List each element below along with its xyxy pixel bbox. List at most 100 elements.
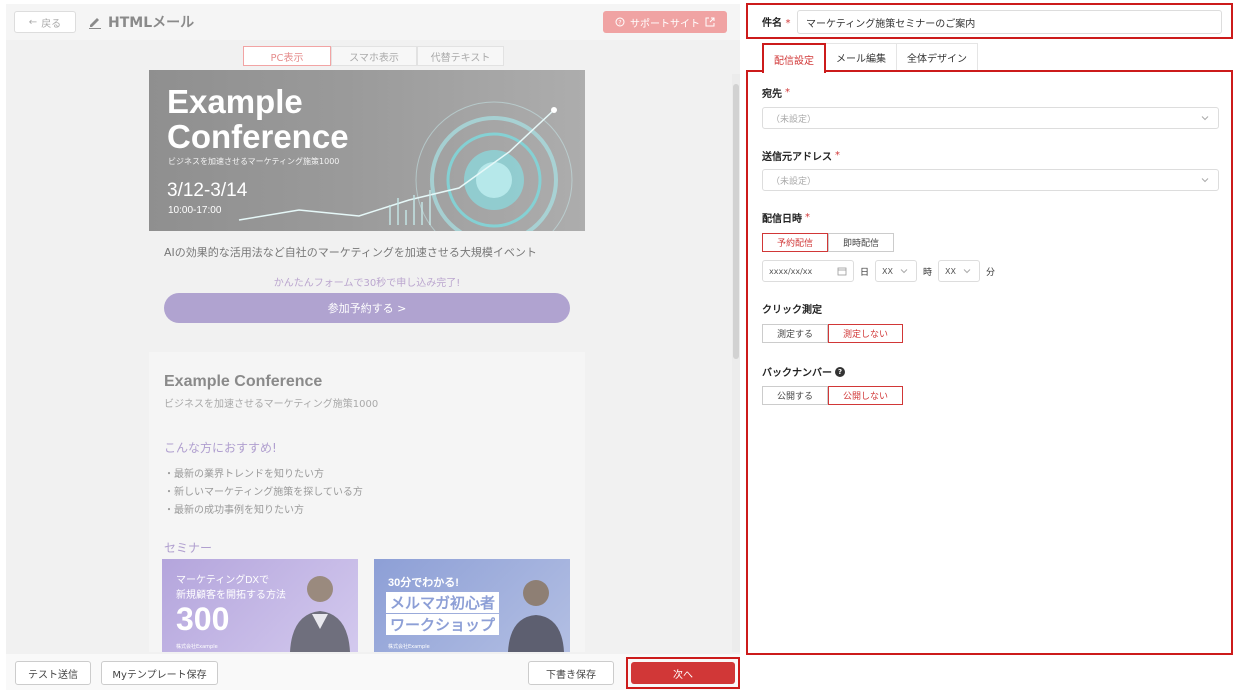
chevron-down-icon [963,269,971,274]
editor-preview-pane: ← 戻る HTMLメール ? サポートサイト PC表示 スマホ表示 代替テキスト [6,4,740,690]
help-circle-icon: ? [615,17,625,27]
publish-option[interactable]: 公開する [762,386,829,405]
tab-alt-text[interactable]: 代替テキスト [417,46,504,66]
editor-header: ← 戻る HTMLメール ? サポートサイト [6,4,740,40]
schedule-label: 配信日時 * [762,210,810,225]
view-mode-tabs: PC表示 スマホ表示 代替テキスト [243,46,504,66]
recommend-item: ・最新の業界トレンドを知りたい方 [164,469,324,480]
datetime-row: xxxx/xx/xx 日 XX 時 XX 分 [762,260,995,282]
hero-date: 3/12-3/14 [167,180,248,201]
tab-pc-view[interactable]: PC表示 [243,46,331,66]
hero-subtitle: ビジネスを加速させるマーケティング施策1000 [168,157,340,166]
schedule-label-text: 配信日時 [762,214,802,225]
save-template-button[interactable]: Myテンプレート保存 [101,661,218,685]
editor-footer: テスト送信 Myテンプレート保存 下書き保存 次へ [6,654,740,690]
unpublish-option[interactable]: 公開しない [828,386,904,405]
backnumber-toggle: 公開する 公開しない [762,386,904,405]
scheduled-delivery-option[interactable]: 予約配信 [762,233,829,252]
chevron-down-icon [900,269,908,274]
event-detail-card: Example Conference ビジネスを加速させるマーケティング施策10… [149,352,585,652]
recommend-item: ・最新の成功事例を知りたい方 [164,505,304,516]
seminar-heading: セミナー [164,541,213,555]
register-cta-button[interactable]: 参加予約する > [164,293,570,323]
recipient-value: （未設定） [771,114,817,125]
save-draft-button[interactable]: 下書き保存 [528,661,614,685]
seminar1-number: 300 [176,601,230,637]
minute-value: XX [945,266,956,276]
no-tracking-option[interactable]: 測定しない [828,324,904,343]
immediate-delivery-option[interactable]: 即時配信 [828,233,895,252]
subject-row: 件名 * [746,3,1233,39]
form-note: かんたんフォームで30秒で申し込み完了! [273,278,461,289]
seminar-card-2[interactable]: 30分でわかる! メルマガ初心者 ワークショップ 株式会社Example [374,559,570,652]
sender-label: 送信元アドレス * [762,148,840,163]
click-tracking-toggle: 測定する 測定しない [762,324,904,343]
help-icon[interactable]: ? [835,366,845,377]
seminar1-company: 株式会社Example [176,644,218,650]
seminar2-line1: 30分でわかる! [388,577,459,589]
required-mark: * [835,150,840,161]
tab-overall-design[interactable]: 全体デザイン [897,43,978,71]
tab-smartphone-view[interactable]: スマホ表示 [331,46,417,66]
delivery-settings-panel: 宛先 * （未設定） 送信元アドレス * （未設定） 配信日時 * 予約配信 即… [746,70,1233,655]
seminar2-line3: ワークショップ [386,614,500,635]
subject-label-text: 件名 [762,18,782,29]
pencil-icon [89,18,101,29]
schedule-toggle: 予約配信 即時配信 [762,233,895,252]
minute-unit: 分 [986,267,996,278]
sender-label-text: 送信元アドレス [762,152,832,163]
required-mark: * [785,18,791,29]
seminar2-line2: メルマガ初心者 [386,592,500,613]
hero-banner: Example Conference ビジネスを加速させるマーケティング施策10… [149,70,585,231]
date-field[interactable]: xxxx/xx/xx [762,260,854,282]
sender-value: （未設定） [771,176,817,187]
preview-scrollbar-thumb[interactable] [733,84,739,359]
svg-text:?: ? [618,20,621,27]
card-subtitle: ビジネスを加速させるマーケティング施策1000 [164,399,379,410]
hero-title-line2: Conference [167,118,349,155]
seminar1-line2: 新規顧客を開拓する方法 [176,590,286,601]
email-preview: Example Conference ビジネスを加速させるマーケティング施策10… [149,70,585,652]
track-clicks-option[interactable]: 測定する [762,324,829,343]
recommend-heading: こんな方におすすめ! [164,441,277,455]
next-button[interactable]: 次へ [631,662,735,684]
click-tracking-label: クリック測定 [762,305,822,316]
support-label: サポートサイト [630,18,700,30]
support-site-button[interactable]: ? サポートサイト [603,11,727,33]
hour-select[interactable]: XX [875,260,918,282]
required-mark: * [785,87,790,98]
required-mark: * [805,212,810,223]
back-label: 戻る [41,18,62,30]
tab-mail-edit[interactable]: メール編集 [826,43,897,71]
backnumber-label-text: バックナンバー [762,368,832,379]
minute-select[interactable]: XX [938,260,981,282]
external-link-icon [705,17,715,27]
subject-label: 件名 * [762,14,790,29]
tab-delivery-settings[interactable]: 配信設定 [762,43,826,73]
speaker-photo [508,580,564,652]
backnumber-label: バックナンバー ? [762,364,845,379]
hero-time: 10:00-17:00 [168,205,222,216]
hero-title-line1: Example [167,83,303,120]
page-title-text: HTMLメール [108,15,195,31]
chevron-down-icon [1201,116,1209,121]
card-title: Example Conference [164,373,323,390]
hour-value: XX [882,266,893,276]
event-tagline: AIの効果的な活用法など自社のマーケティングを加速させる大規模イベント [164,246,537,259]
settings-tabs: 配信設定 メール編集 全体デザイン [762,43,978,73]
recipient-label-text: 宛先 [762,89,782,100]
test-send-button[interactable]: テスト送信 [15,661,91,685]
back-button[interactable]: ← 戻る [14,11,76,33]
recipient-select[interactable]: （未設定） [762,107,1219,129]
subject-input[interactable] [797,10,1222,34]
sender-select[interactable]: （未設定） [762,169,1219,191]
recommend-item: ・新しいマーケティング施策を探している方 [164,487,363,498]
seminar2-company: 株式会社Example [388,644,430,650]
speaker-photo [290,576,350,652]
calendar-icon [837,267,847,276]
next-button-highlight: 次へ [626,657,740,689]
chevron-down-icon [1201,178,1209,183]
seminar1-line1: マーケティングDXで [176,575,270,586]
seminar-card-1[interactable]: マーケティングDXで 新規顧客を開拓する方法 300 株式会社Example [162,559,358,652]
recipient-label: 宛先 * [762,85,790,100]
